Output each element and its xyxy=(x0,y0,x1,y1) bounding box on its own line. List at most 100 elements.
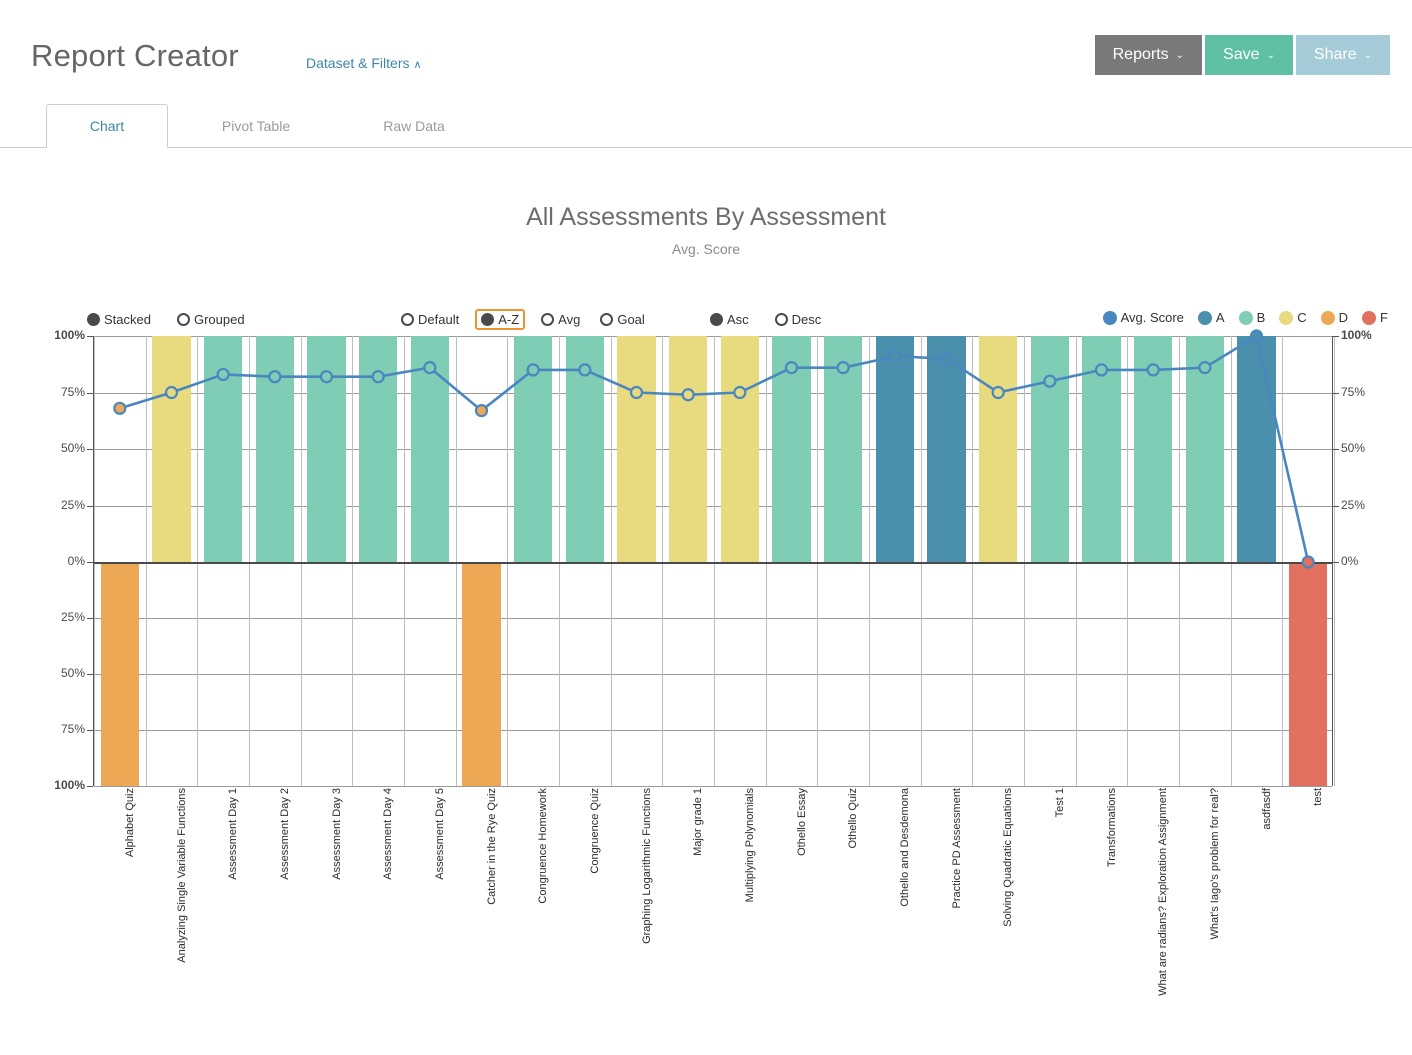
x-axis-tick-label: Othello Quiz xyxy=(847,788,860,849)
line-data-point[interactable]: Practice PD Assessment: 90% xyxy=(939,352,954,366)
share-button[interactable]: Share ⌄ xyxy=(1295,35,1390,75)
y-axis-tick-label: 25% xyxy=(1341,497,1366,512)
legend-item-label: D xyxy=(1338,310,1349,325)
radio-dot-icon xyxy=(541,313,555,326)
y-axis-tickmark xyxy=(1333,562,1339,563)
radio-stacked[interactable]: Stacked xyxy=(84,310,154,329)
x-axis-tick-label: What are radians? Exploration Assignment xyxy=(1157,788,1170,996)
x-axis-tick-label: Analyzing Single Variable Functions xyxy=(175,788,188,963)
radio-dot-icon xyxy=(481,313,495,326)
y-axis-tick-label: 50% xyxy=(60,666,85,680)
sorting-radio-group: Default A-Z Avg Goal xyxy=(398,309,648,330)
tab-bar: Chart Pivot Table Raw Data xyxy=(0,96,1412,148)
radio-desc-label: Desc xyxy=(791,312,822,327)
tab-pivot-table[interactable]: Pivot Table xyxy=(195,104,317,148)
line-data-point[interactable]: Test 1: 80% xyxy=(1043,374,1057,388)
line-data-point[interactable]: What are radians? Exploration Assignment… xyxy=(1146,363,1160,377)
radio-grouped[interactable]: Grouped xyxy=(174,310,248,329)
x-axis-tick-label: Solving Quadratic Equations xyxy=(1002,788,1015,927)
legend-item-avg-score[interactable]: Avg. Score xyxy=(1102,310,1184,325)
reports-button-label: Reports xyxy=(1112,46,1169,63)
radio-goal[interactable]: Goal xyxy=(597,310,647,329)
radio-a-z-label: A-Z xyxy=(498,312,520,327)
legend-item-f[interactable]: F xyxy=(1362,310,1388,325)
radio-a-z[interactable]: A-Z xyxy=(475,309,526,330)
line-data-point[interactable]: Congruence Quiz: 85% xyxy=(578,363,592,377)
y-axis-tick-label: 100% xyxy=(54,778,85,792)
y-axis-tick-label: 100% xyxy=(54,328,85,342)
x-axis-tick-label: Multiplying Polynomials xyxy=(743,788,756,903)
y-axis-tickmark xyxy=(87,562,93,563)
y-axis-tick-label: 75% xyxy=(60,384,85,399)
radio-dot-icon xyxy=(87,313,100,326)
tab-raw-data[interactable]: Raw Data xyxy=(353,104,475,148)
line-data-point[interactable]: Graphing Logarithmic Functions: 75% xyxy=(629,385,644,400)
line-data-point[interactable]: Solving Quadratic Equations: 75% xyxy=(991,385,1005,400)
stacking-radio-group: Stacked Grouped xyxy=(84,310,248,329)
legend-item-b[interactable]: B xyxy=(1238,310,1266,325)
chart-controls: Stacked Grouped Default A-Z Avg Goal Asc… xyxy=(0,309,1412,334)
page-title: Report Creator xyxy=(31,38,239,73)
line-data-point[interactable]: Major grade 1: 74% xyxy=(681,388,695,402)
tab-chart-label: Chart xyxy=(89,118,125,134)
y-axis-tick-label: 0% xyxy=(1341,554,1359,568)
reports-button[interactable]: Reports ⌄ xyxy=(1094,35,1203,75)
x-axis-tick-label: Assessment Day 3 xyxy=(330,788,343,880)
plot-canvas: Alphabet Quiz: 68% Analyzing Single Varia… xyxy=(93,329,1335,787)
line-data-point[interactable]: Congruence Homework: 85% xyxy=(526,363,540,377)
save-button[interactable]: Save ⌄ xyxy=(1205,35,1293,75)
line-data-point[interactable]: Othello Essay: 86% xyxy=(784,361,799,375)
legend-item-label: B xyxy=(1256,310,1266,325)
line-data-point[interactable]: asdfasdf: 100% xyxy=(1249,329,1264,343)
axis-tick xyxy=(1334,336,1335,786)
legend-item-a[interactable]: A xyxy=(1197,310,1225,325)
radio-dot-icon xyxy=(401,313,414,326)
x-axis-tick-label: Assessment Day 5 xyxy=(433,788,446,880)
line-data-point[interactable]: Assessment Day 5: 86% xyxy=(423,361,437,375)
line-data-point[interactable]: What's Iago's problem for real?: 86% xyxy=(1198,361,1212,375)
tab-chart[interactable]: Chart xyxy=(46,104,168,148)
y-axis-tickmark xyxy=(87,336,93,337)
line-data-point[interactable]: Analyzing Single Variable Functions: 75% xyxy=(164,385,179,400)
legend-item-label: Avg. Score xyxy=(1120,310,1184,325)
legend-swatch-icon xyxy=(1362,310,1377,325)
y-axis-tick-label: 100% xyxy=(1341,328,1372,342)
dataset-filters-toggle[interactable]: Dataset & Filters ∧ xyxy=(306,55,422,71)
order-radio-group: Asc Desc xyxy=(707,310,824,329)
line-data-point[interactable]: Alphabet Quiz: 68% xyxy=(113,401,127,415)
gridline xyxy=(94,786,1332,787)
x-axis-tick-label: Assessment Day 1 xyxy=(227,788,240,880)
tab-pivot-table-label: Pivot Table xyxy=(221,118,291,134)
radio-dot-icon xyxy=(710,313,723,326)
line-data-point[interactable]: test: 0% xyxy=(1301,555,1315,569)
line-data-point[interactable]: Assessment Day 2: 82% xyxy=(268,370,282,384)
y-axis-tickmark xyxy=(1333,336,1339,337)
line-data-point[interactable]: Assessment Day 4: 82% xyxy=(371,370,385,384)
legend-item-d[interactable]: D xyxy=(1320,310,1349,325)
line-data-point[interactable]: Othello Quiz: 86% xyxy=(836,361,850,375)
tab-raw-data-label: Raw Data xyxy=(383,118,445,134)
radio-avg[interactable]: Avg xyxy=(538,310,583,329)
x-axis-tick-label: Congruence Homework xyxy=(537,788,550,904)
y-axis-tickmark xyxy=(87,674,93,675)
radio-asc[interactable]: Asc xyxy=(707,310,752,329)
line-data-point[interactable]: Assessment Day 3: 82% xyxy=(319,370,334,384)
line-data-point[interactable]: Catcher in the Rye Quiz: 67% xyxy=(474,403,489,418)
y-axis-tick-label: 50% xyxy=(1341,441,1366,455)
line-data-point[interactable]: Othello and Desdemona: 91% xyxy=(888,349,902,363)
legend-item-c[interactable]: C xyxy=(1279,310,1307,325)
line-data-point[interactable]: Transformations: 85% xyxy=(1094,363,1109,377)
dataset-filters-label: Dataset & Filters xyxy=(306,55,410,71)
y-axis-tickmark xyxy=(87,392,93,394)
y-axis-tickmark xyxy=(87,505,93,507)
radio-desc[interactable]: Desc xyxy=(772,310,825,329)
line-data-point[interactable]: Multiplying Polynomials: 75% xyxy=(733,385,747,400)
x-axis-tick-label: Catcher in the Rye Quiz xyxy=(485,788,498,905)
line-data-point[interactable]: Assessment Day 1: 83% xyxy=(216,367,230,382)
y-axis-tick-label: 25% xyxy=(60,497,85,512)
chart-title: All Assessments By Assessment xyxy=(526,203,886,231)
x-axis-tick-label: Alphabet Quiz xyxy=(123,788,136,858)
y-axis-tick-label: 75% xyxy=(1341,384,1366,399)
radio-default[interactable]: Default xyxy=(398,310,462,329)
chevron-down-icon: ⌄ xyxy=(1266,49,1275,61)
